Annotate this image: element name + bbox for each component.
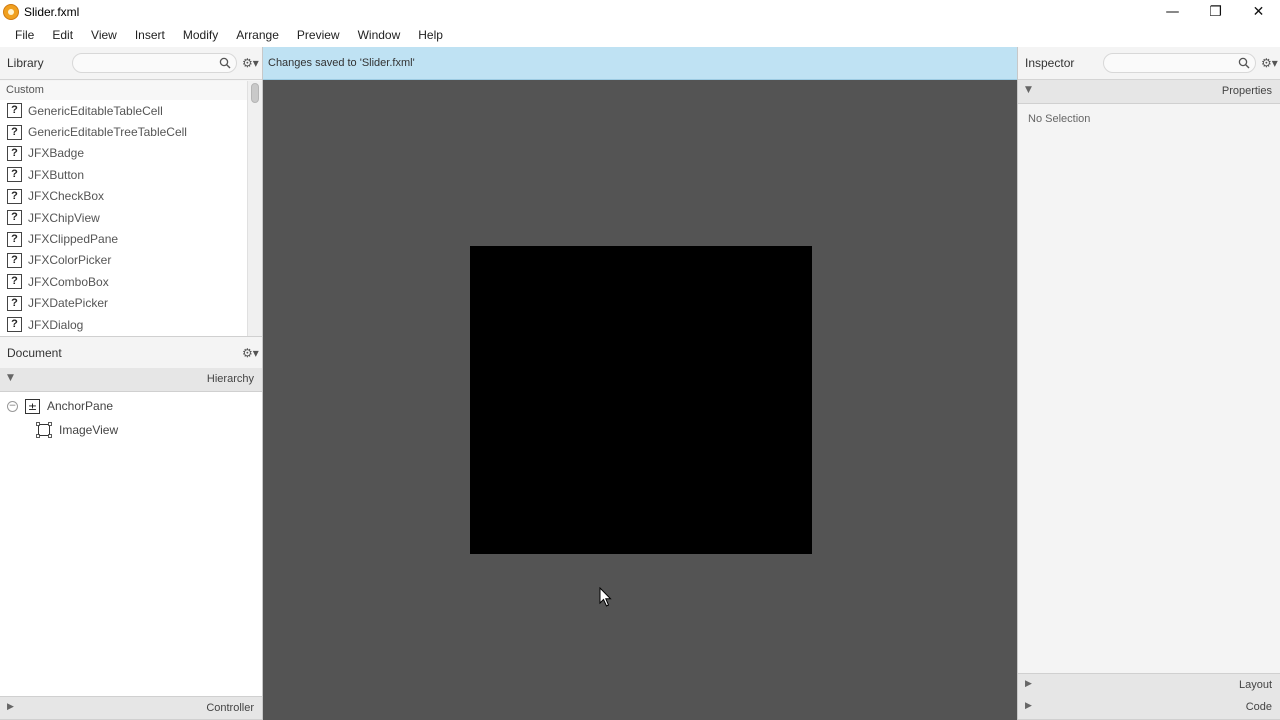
expand-arrow-icon: ▼: [7, 373, 14, 383]
list-item[interactable]: ? JFXChipView: [0, 207, 247, 228]
unknown-component-icon: ?: [7, 210, 22, 226]
library-list: Custom ? GenericEditableTableCell ? Generi…: [0, 81, 247, 336]
controller-section[interactable]: ▶ Controller: [0, 696, 262, 720]
menu-window[interactable]: Window: [349, 24, 410, 47]
search-icon[interactable]: [219, 57, 231, 69]
image-view-component[interactable]: [470, 246, 812, 554]
unknown-component-icon: ?: [7, 317, 22, 333]
unknown-component-icon: ?: [7, 252, 22, 268]
mouse-cursor-icon: [599, 587, 612, 607]
unknown-component-icon: ?: [7, 231, 22, 247]
collapse-toggle-icon[interactable]: −: [7, 400, 18, 412]
hierarchy-label: Hierarchy: [206, 373, 254, 385]
unknown-component-icon: ?: [7, 145, 22, 161]
properties-section[interactable]: ▼ Properties: [1018, 80, 1280, 104]
layout-section[interactable]: ▶ Layout: [1018, 673, 1280, 697]
document-header: Document ⚙▾: [0, 336, 262, 369]
library-category-custom[interactable]: Custom: [0, 81, 247, 100]
scene-builder-app-icon: [3, 4, 19, 20]
anchor-pane-icon: ±: [25, 398, 40, 414]
inspector-header: Inspector ⚙▾: [1018, 47, 1280, 80]
collapsed-arrow-icon: ▶: [7, 702, 14, 712]
menu-modify[interactable]: Modify: [174, 24, 227, 47]
properties-label: Properties: [1221, 85, 1272, 97]
tree-item-anchorpane[interactable]: − ± AnchorPane: [7, 395, 113, 417]
title-bar: Slider.fxml — ❐ ✕: [0, 0, 1280, 24]
restore-button[interactable]: ❐: [1194, 0, 1237, 24]
list-item[interactable]: ? JFXBadge: [0, 143, 247, 164]
menu-insert[interactable]: Insert: [126, 24, 174, 47]
library-title: Library: [7, 56, 44, 70]
layout-label: Layout: [1238, 679, 1272, 691]
hierarchy-tree: − ± AnchorPane ImageView: [0, 392, 262, 696]
list-item[interactable]: ? JFXClippedPane: [0, 228, 247, 249]
list-item[interactable]: ? JFXDialog: [0, 314, 247, 335]
inspector-panel: Inspector ⚙▾ ▼ Properties No Selection ▶…: [1017, 47, 1280, 720]
image-view-icon: [36, 422, 52, 438]
unknown-component-icon: ?: [7, 124, 22, 140]
window-title: Slider.fxml: [24, 5, 80, 19]
expand-arrow-icon: ▼: [1025, 85, 1032, 95]
list-item[interactable]: ? GenericEditableTableCell: [0, 100, 247, 121]
menu-bar: File Edit View Insert Modify Arrange Pre…: [0, 24, 1280, 47]
status-message-bar: Changes saved to 'Slider.fxml': [263, 47, 1017, 80]
code-label: Code: [1245, 701, 1272, 713]
inspector-search-input[interactable]: [1103, 53, 1256, 73]
window-controls: — ❐ ✕: [1151, 0, 1280, 24]
list-item[interactable]: ? GenericEditableTreeTableCell: [0, 121, 247, 142]
menu-preview[interactable]: Preview: [288, 24, 349, 47]
no-selection-text: No Selection: [1028, 113, 1091, 125]
library-search-input[interactable]: [72, 53, 237, 73]
list-item[interactable]: ? JFXDatePicker: [0, 293, 247, 314]
tree-item-label: AnchorPane: [47, 399, 114, 413]
close-button[interactable]: ✕: [1237, 0, 1280, 24]
minimize-button[interactable]: —: [1151, 0, 1194, 24]
hierarchy-section[interactable]: ▼ Hierarchy: [0, 368, 262, 392]
list-item[interactable]: ? JFXButton: [0, 164, 247, 185]
library-scrollbar[interactable]: [247, 81, 262, 336]
unknown-component-icon: ?: [7, 167, 22, 183]
inspector-gear-icon[interactable]: ⚙▾: [1261, 56, 1278, 70]
library-header: Library ⚙▾: [0, 47, 262, 80]
inspector-title: Inspector: [1025, 56, 1075, 70]
controller-label: Controller: [206, 702, 254, 714]
collapsed-arrow-icon: ▶: [1025, 701, 1032, 711]
menu-arrange[interactable]: Arrange: [227, 24, 288, 47]
left-panel: Library ⚙▾ Custom ? GenericEditableTableC…: [0, 47, 263, 720]
code-section[interactable]: ▶ Code: [1018, 696, 1280, 720]
content-canvas[interactable]: Changes saved to 'Slider.fxml': [263, 47, 1017, 720]
document-title: Document: [7, 345, 62, 360]
list-item[interactable]: ? JFXComboBox: [0, 271, 247, 292]
list-item[interactable]: ? JFXColorPicker: [0, 250, 247, 271]
collapsed-arrow-icon: ▶: [1025, 679, 1032, 689]
list-item[interactable]: ? JFXCheckBox: [0, 186, 247, 207]
menu-help[interactable]: Help: [409, 24, 452, 47]
unknown-component-icon: ?: [7, 274, 22, 290]
library-gear-icon[interactable]: ⚙▾: [242, 56, 259, 70]
search-icon[interactable]: [1238, 57, 1250, 69]
menu-view[interactable]: View: [82, 24, 126, 47]
unknown-component-icon: ?: [7, 103, 22, 119]
document-gear-icon[interactable]: ⚙▾: [242, 346, 259, 360]
library-scroll-thumb[interactable]: [251, 83, 259, 103]
unknown-component-icon: ?: [7, 188, 22, 204]
menu-file[interactable]: File: [6, 24, 43, 47]
unknown-component-icon: ?: [7, 295, 22, 311]
menu-edit[interactable]: Edit: [43, 24, 82, 47]
tree-item-label: ImageView: [59, 423, 119, 437]
tree-item-imageview[interactable]: ImageView: [36, 419, 118, 441]
